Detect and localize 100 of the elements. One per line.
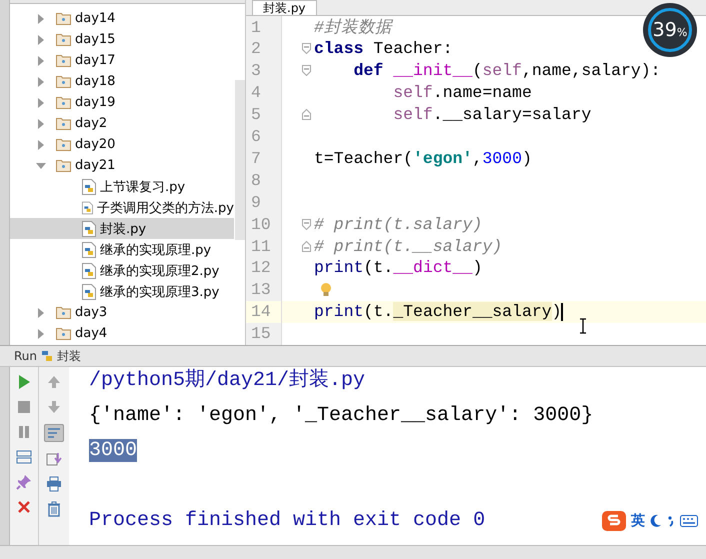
punctuation-icon[interactable] xyxy=(667,515,675,527)
fold-icon[interactable] xyxy=(302,240,311,252)
close-icon[interactable] xyxy=(15,499,33,515)
file-name: 继承的实现原理3.py xyxy=(100,284,220,300)
ime-mode[interactable]: 英 xyxy=(631,512,645,530)
keyboard-icon[interactable] xyxy=(680,515,698,527)
expand-arrow-icon[interactable] xyxy=(36,140,46,150)
console-line: /python5期/day21/封装.py xyxy=(89,369,366,392)
folder-icon xyxy=(56,33,71,46)
fold-icon[interactable] xyxy=(302,43,311,54)
folder-name: day20 xyxy=(75,137,116,152)
folder-name: day14 xyxy=(75,11,116,26)
file-name: 继承的实现原理2.py xyxy=(100,262,220,280)
code-line: self.__salary=salary xyxy=(392,105,592,124)
console-line: {'name': 'egon', '_Teacher__salary': 3000} xyxy=(89,404,594,427)
tree-item[interactable]: day15 xyxy=(10,29,234,50)
tree-item[interactable]: 继承的实现原理2.py xyxy=(10,260,234,281)
tree-item[interactable]: 上节课复习.py xyxy=(10,176,234,197)
tree-item[interactable]: day14 xyxy=(10,8,234,29)
folder-name: day3 xyxy=(75,305,108,320)
line-number: 11 xyxy=(246,235,281,258)
expand-arrow-icon[interactable] xyxy=(36,34,46,44)
line-number: 13 xyxy=(246,278,281,301)
folder-icon xyxy=(56,12,71,25)
folder-icon xyxy=(56,54,71,67)
folder-name: day19 xyxy=(75,95,116,110)
tree-item[interactable]: 继承的实现原理.py xyxy=(10,239,234,260)
folder-icon xyxy=(56,138,71,151)
line-number: 2 xyxy=(246,38,281,60)
expand-arrow-icon[interactable] xyxy=(36,56,46,66)
text-cursor-icon xyxy=(579,318,587,334)
folder-name: day21 xyxy=(75,158,116,173)
line-number: 4 xyxy=(246,82,281,104)
line-number: 8 xyxy=(246,169,281,192)
python-file-icon xyxy=(82,200,93,216)
expand-arrow-icon[interactable] xyxy=(36,76,46,86)
stop-icon[interactable] xyxy=(15,399,33,415)
up-arrow-icon[interactable] xyxy=(45,374,63,390)
folder-icon xyxy=(56,306,71,319)
line-number: 12 xyxy=(246,256,281,279)
lightbulb-icon[interactable] xyxy=(320,282,332,298)
code-line: t=Teacher('egon',3000) xyxy=(314,148,532,168)
line-number: 1 xyxy=(246,16,281,38)
python-file-icon xyxy=(82,178,96,194)
folder-name: day4 xyxy=(75,326,108,341)
folder-name: day2 xyxy=(75,116,108,131)
code-line: #封装数据 xyxy=(314,17,392,38)
expand-arrow-icon[interactable] xyxy=(36,118,46,128)
expand-arrow-icon[interactable] xyxy=(36,328,46,338)
tree-item[interactable]: day18 xyxy=(10,71,234,92)
pin-icon[interactable] xyxy=(15,474,33,490)
scrollbar[interactable] xyxy=(235,80,245,240)
folder-icon xyxy=(56,159,71,172)
scroll-to-end-icon[interactable] xyxy=(45,451,63,467)
layout-icon[interactable] xyxy=(15,449,33,465)
code-line: print(t.__dict__) xyxy=(314,258,482,278)
progress-value: 39% xyxy=(652,19,688,41)
console-line: Process finished with exit code 0 xyxy=(89,509,486,532)
print-icon[interactable] xyxy=(45,476,63,492)
file-name: 封装.py xyxy=(100,220,146,238)
folder-icon xyxy=(56,327,71,340)
folder-name: day18 xyxy=(75,74,116,89)
fold-icon[interactable] xyxy=(302,109,311,120)
editor-tab[interactable]: 封装.py xyxy=(252,0,317,15)
moon-icon[interactable] xyxy=(650,514,662,528)
file-name: 继承的实现原理.py xyxy=(100,242,212,258)
expand-arrow-icon[interactable] xyxy=(36,98,46,108)
code-line: self.name=name xyxy=(392,83,532,102)
tree-item[interactable]: day20 xyxy=(10,134,234,155)
tree-item[interactable]: 子类调用父类的方法.py xyxy=(10,197,234,218)
code-line: # print(t.__salary) xyxy=(314,236,502,256)
tree-item[interactable]: 继承的实现原理3.py xyxy=(10,281,234,302)
tree-item[interactable]: day3 xyxy=(10,302,234,323)
expand-arrow-icon[interactable] xyxy=(36,14,46,24)
python-file-icon xyxy=(82,242,96,258)
file-name: 上节课复习.py xyxy=(100,178,186,196)
line-number: 6 xyxy=(246,126,281,148)
python-file-icon xyxy=(82,220,96,236)
run-config-tab[interactable]: 封装 xyxy=(57,348,82,364)
tree-item[interactable]: day17 xyxy=(10,50,234,71)
expand-arrow-icon[interactable] xyxy=(36,308,46,318)
tree-item[interactable]: day19 xyxy=(10,92,234,113)
tree-item[interactable]: day21 xyxy=(10,155,234,176)
line-number: 5 xyxy=(246,104,281,126)
line-number: 15 xyxy=(246,322,281,345)
folder-name: day15 xyxy=(75,32,116,47)
line-number: 9 xyxy=(246,191,281,214)
code-line: print(t._Teacher__salary) xyxy=(314,302,563,322)
python-icon xyxy=(41,350,54,362)
down-arrow-icon[interactable] xyxy=(45,399,63,415)
soft-wrap-icon[interactable] xyxy=(44,424,64,442)
collapse-arrow-icon[interactable] xyxy=(36,160,46,170)
tree-item[interactable]: day4 xyxy=(10,323,234,344)
trash-icon[interactable] xyxy=(45,501,63,517)
tree-item[interactable]: 封装.py xyxy=(10,218,234,239)
file-name: 子类调用父类的方法.py xyxy=(96,200,234,216)
fold-icon[interactable] xyxy=(302,218,311,230)
python-file-icon xyxy=(82,284,96,300)
tree-item[interactable]: day2 xyxy=(10,113,234,134)
fold-icon[interactable] xyxy=(302,65,311,76)
